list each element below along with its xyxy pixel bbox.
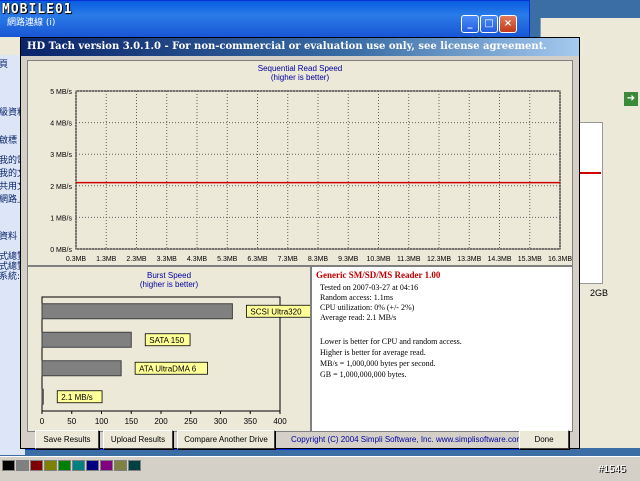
palette-swatch[interactable] [16, 460, 29, 471]
palette-swatch[interactable] [58, 460, 71, 471]
go-arrow-icon[interactable]: ➜ [624, 92, 638, 106]
color-palette[interactable] [2, 460, 141, 480]
palette-swatch[interactable] [30, 460, 43, 471]
x-tick-label: 3.3MB [157, 256, 178, 263]
sidebar-item[interactable]: 資料 [0, 229, 17, 242]
upload-results-button[interactable]: Upload Results [103, 430, 173, 449]
burst-bar [41, 303, 233, 320]
hdtach-titlebar[interactable]: HD Tach version 3.0.1.0 - For non-commer… [21, 38, 579, 56]
x-tick-label: 15.3MB [518, 256, 542, 263]
x-tick-label: 300 [214, 417, 228, 426]
mobile01-logo: MOBILE01 [2, 2, 73, 17]
x-tick-label: 0.3MB [66, 256, 87, 263]
sequential-read-chart: 0 MB/s 1 MB/s 2 MB/s 3 MB/s 4 MB/s 5 MB/s 0.3M… [50, 89, 572, 263]
y-tick-label: 2 MB/s [50, 184, 72, 191]
window-title: HD Tach version 3.0.1.0 - For non-commer… [27, 41, 547, 52]
done-button[interactable]: Done [519, 430, 569, 449]
bar-label: 2.1 MB/s [61, 393, 93, 402]
watermark: #1545 [598, 464, 626, 475]
x-tick-label: 50 [67, 417, 76, 426]
sidebar-item[interactable]: 頁 [0, 57, 8, 70]
palette-swatch[interactable] [100, 460, 113, 471]
x-tick-label: 14.3MB [487, 256, 511, 263]
x-tick-label: 12.3MB [427, 256, 451, 263]
info-line: CPU utilization: 0% (+/- 2%) [320, 303, 415, 312]
x-tick-label: 4.3MB [187, 256, 208, 263]
info-line: Average read: 2.1 MB/s [320, 313, 397, 322]
copyright-text: Copyright (C) 2004 Simpli Software, Inc.… [291, 435, 524, 444]
burst-bar [41, 331, 132, 348]
palette-swatch[interactable] [44, 460, 57, 471]
x-tick-label: 16.3MB [548, 256, 572, 263]
x-tick-label: 10.3MB [366, 256, 390, 263]
x-tick-label: 5.3MB [217, 256, 238, 263]
minimize-button[interactable]: _ [461, 15, 479, 33]
y-tick-label: 3 MB/s [50, 152, 72, 159]
burst-speed-panel: Burst Speed (higher is better) 0 50 100 150… [27, 266, 311, 432]
x-tick-label: 150 [125, 417, 139, 426]
x-tick-label: 350 [244, 417, 258, 426]
x-tick-label: 8.3MB [308, 256, 329, 263]
burst-bar [41, 388, 44, 405]
info-line: GB = 1,000,000,000 bytes. [320, 370, 407, 379]
x-tick-label: 250 [184, 417, 198, 426]
x-tick-label: 0 [40, 417, 45, 426]
bar-label: SATA 150 [149, 336, 184, 345]
sequential-read-panel: Sequential Read Speed (higher is better)… [27, 60, 573, 266]
save-results-button[interactable]: Save Results [35, 430, 99, 449]
info-line: Lower is better for CPU and random acces… [320, 337, 462, 346]
palette-swatch[interactable] [114, 460, 127, 471]
y-tick-label: 4 MB/s [50, 121, 72, 128]
bar-label: SCSI Ultra320 [250, 307, 302, 316]
palette-swatch[interactable] [86, 460, 99, 471]
info-line: Random access: 1.1ms [320, 293, 394, 302]
x-tick-label: 200 [154, 417, 168, 426]
x-tick-label: 13.3MB [457, 256, 481, 263]
background-titlebar: 網路連線 (i) _ □ × [0, 1, 529, 37]
palette-swatch[interactable] [72, 460, 85, 471]
x-tick-label: 100 [95, 417, 109, 426]
sidebar-item[interactable]: 啟標 [0, 133, 17, 146]
drive-info-panel: Generic SM/SD/MS Reader 1.00 Tested on 2… [311, 266, 573, 432]
x-tick-label: 2.3MB [126, 256, 147, 263]
burst-bar [41, 360, 122, 377]
x-tick-label: 400 [273, 417, 287, 426]
y-tick-label: 1 MB/s [50, 215, 72, 222]
x-tick-label: 9.3MB [338, 256, 359, 263]
info-line: Tested on 2007-03-27 at 04:16 [320, 283, 419, 292]
info-line: Higher is better for average read. [320, 348, 426, 357]
drive-name: Generic SM/SD/MS Reader 1.00 [316, 270, 441, 280]
x-tick-label: 11.3MB [397, 256, 421, 263]
compare-drive-button[interactable]: Compare Another Drive [177, 430, 275, 449]
info-line: MB/s = 1,000,000 bytes per second. [320, 359, 436, 368]
maximize-button[interactable]: □ [480, 15, 498, 33]
x-tick-label: 6.3MB [247, 256, 268, 263]
burst-speed-chart: 0 50 100 150 200 250 300 350 400 SCSI Ultra320 SAT… [40, 296, 310, 426]
bar-label: ATA UltraDMA 6 [139, 364, 197, 373]
palette-swatch[interactable] [128, 460, 141, 471]
hdtach-window: HD Tach version 3.0.1.0 - For non-commer… [20, 37, 580, 449]
background-2gb-label: 2GB [590, 288, 609, 298]
x-tick-label: 1.3MB [96, 256, 117, 263]
y-tick-label: 5 MB/s [50, 89, 72, 96]
close-button[interactable]: × [499, 15, 517, 33]
y-tick-label: 0 MB/s [50, 247, 72, 254]
palette-swatch[interactable] [2, 460, 15, 471]
x-tick-label: 7.3MB [278, 256, 299, 263]
